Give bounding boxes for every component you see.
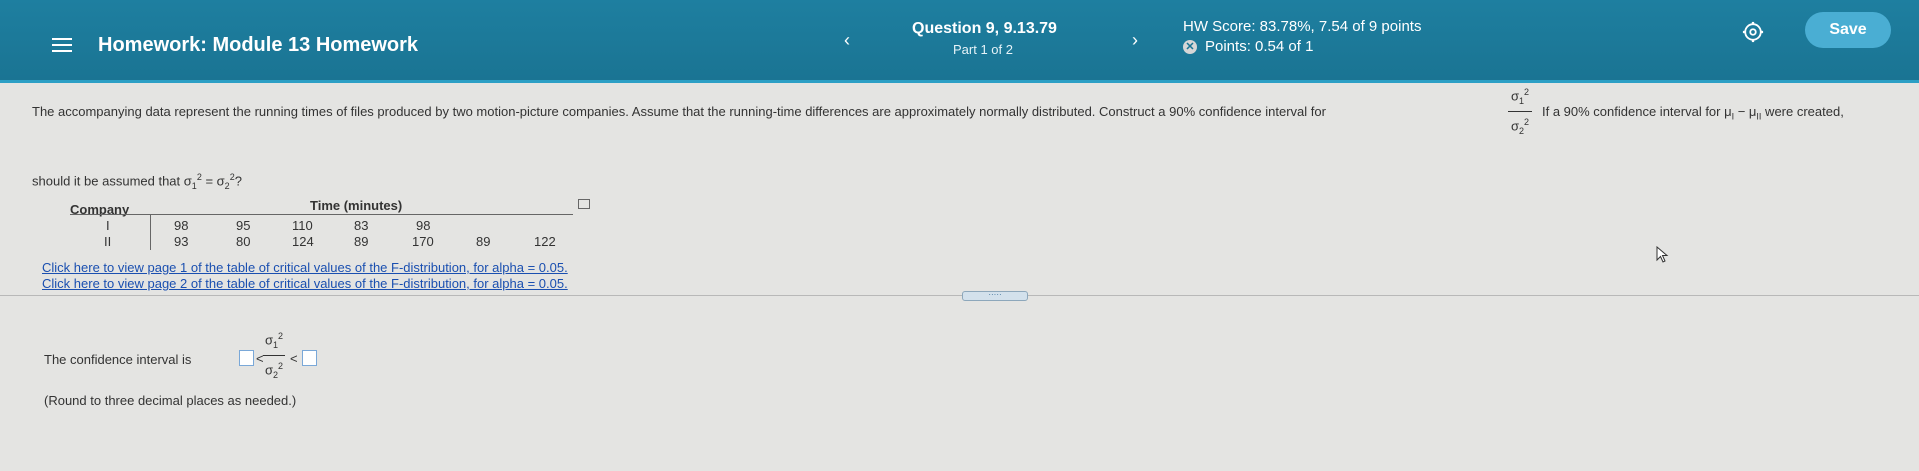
- lower-bound-input[interactable]: [239, 350, 254, 366]
- section-divider: [0, 295, 1919, 296]
- question-text-line2: should it be assumed that σ12 = σ22?: [32, 172, 242, 191]
- time-cell: 98: [174, 218, 189, 233]
- variance-ratio-fraction: σ12 σ22: [1508, 84, 1532, 139]
- time-cell: 124: [292, 234, 314, 249]
- time-cell: 170: [412, 234, 434, 249]
- time-cell: 95: [236, 218, 251, 233]
- save-button[interactable]: Save: [1805, 12, 1891, 48]
- time-cell: 110: [292, 218, 313, 233]
- less-than-symbol: <: [290, 351, 298, 366]
- prev-arrow-icon[interactable]: ‹: [838, 28, 856, 52]
- company-cell: II: [104, 234, 112, 249]
- question-text: The accompanying data represent the runn…: [32, 104, 1326, 119]
- rounding-note: (Round to three decimal places as needed…: [44, 393, 297, 408]
- table-divider: [70, 214, 573, 215]
- time-cell: 98: [416, 218, 431, 233]
- question-title: Question 9, 9.13.79: [912, 20, 1057, 37]
- answer-variance-ratio: σ12 σ22: [263, 331, 285, 380]
- incorrect-icon: ✕: [1183, 39, 1197, 54]
- homework-title: Homework: Module 13 Homework: [98, 34, 419, 56]
- upper-bound-input[interactable]: [302, 350, 317, 366]
- top-bar: Homework: Module 13 Homework ‹ Question …: [0, 0, 1919, 83]
- time-cell: 80: [236, 234, 251, 249]
- menu-icon[interactable]: [52, 38, 72, 52]
- points-text: Points: 0.54 of 1: [1205, 38, 1314, 55]
- time-cell: 83: [354, 218, 369, 233]
- time-cell: 89: [354, 234, 369, 249]
- time-cell: 89: [476, 234, 491, 249]
- copy-icon[interactable]: [578, 199, 590, 209]
- f-table-page2-link[interactable]: Click here to view page 2 of the table o…: [42, 276, 568, 291]
- answer-prefix: The confidence interval is: [44, 352, 192, 367]
- resize-handle[interactable]: ·····: [962, 291, 1028, 301]
- hw-score: HW Score: 83.78%, 7.54 of 9 points: [1183, 18, 1422, 35]
- question-part: Part 1 of 2: [953, 42, 1013, 57]
- cursor-icon: [1656, 246, 1669, 263]
- question-text-continued: If a 90% confidence interval for μI − μI…: [1542, 104, 1844, 122]
- gear-icon[interactable]: [1742, 21, 1764, 43]
- next-arrow-icon[interactable]: ›: [1126, 28, 1144, 52]
- points-status: ✕ Points: 0.54 of 1: [1183, 38, 1313, 55]
- time-cell: 122: [534, 234, 556, 249]
- table-divider: [150, 214, 151, 250]
- f-table-page1-link[interactable]: Click here to view page 1 of the table o…: [42, 260, 568, 275]
- company-cell: I: [106, 218, 110, 233]
- table-header-time: Time (minutes): [310, 198, 403, 213]
- time-cell: 93: [174, 234, 189, 249]
